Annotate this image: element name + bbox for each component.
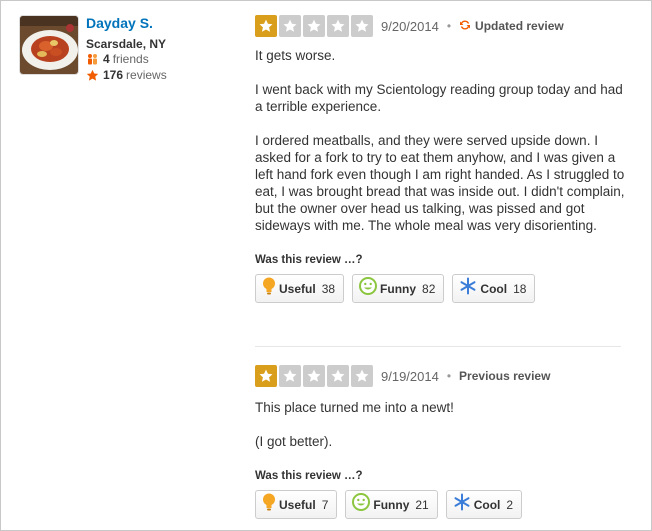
friends-number: 4 [103,52,110,66]
funny-count: 21 [415,497,429,512]
review-date: 9/20/2014 [381,18,439,34]
user-location: Scarsdale, NY [86,37,167,51]
star-empty-icon [327,15,349,37]
cool-label: Cool [473,497,501,512]
cool-label: Cool [480,281,508,296]
review-rating-row: 9/20/2014 • Updated review [255,15,627,37]
star-rating [255,365,375,387]
review-paragraph: This place turned me into a newt! [255,400,454,415]
star-empty-icon [303,365,325,387]
review-text: It gets worse. I went back with my Scien… [255,47,627,234]
cool-button[interactable]: Cool 18 [452,274,536,303]
star-filled-icon [255,15,277,37]
review-text: This place turned me into a newt! (I got… [255,399,627,450]
lightbulb-icon [262,493,276,516]
friends-icon [86,53,99,66]
user-avatar[interactable] [19,15,79,75]
cool-button[interactable]: Cool 2 [445,490,523,519]
cool-count: 18 [513,281,527,296]
refresh-icon [459,19,471,34]
snowflake-icon [459,277,477,300]
useful-count: 38 [321,281,336,296]
useful-count: 7 [321,497,329,512]
reviews-count: 176 reviews [86,68,246,83]
star-rating [255,15,375,37]
previous-review-link[interactable]: Previous review [459,369,550,383]
funny-label: Funny [380,281,417,296]
smiley-icon [352,493,371,516]
star-icon [86,69,99,82]
funny-label: Funny [373,497,410,512]
review-date: 9/19/2014 [381,368,439,384]
feedback-prompt: Was this review …? [255,470,363,482]
review-previous: 9/19/2014 • Previous review This place t… [255,365,627,519]
review-paragraph: It gets worse. [255,48,336,63]
previous-review-tag: Previous review [459,369,550,383]
review-rating-row: 9/19/2014 • Previous review [255,365,627,387]
review-divider [255,346,621,347]
user-name-link[interactable]: Dayday S. [86,15,246,32]
vote-buttons: Useful 38 Funny 82 Cool 18 [255,274,627,303]
friends-label: friends [112,52,149,66]
star-empty-icon [351,365,373,387]
lightbulb-icon [262,277,276,300]
review-current: 9/20/2014 • Updated review It gets worse… [255,15,627,303]
smiley-icon [359,277,378,300]
useful-label: Useful [279,281,316,296]
reviews-number: 176 [103,68,124,82]
funny-button[interactable]: Funny 82 [352,274,445,303]
useful-button[interactable]: Useful 7 [255,490,338,519]
star-empty-icon [351,15,373,37]
star-empty-icon [279,15,301,37]
updated-review-label: Updated review [475,19,564,33]
review-panel: Dayday S. Scarsdale, NY 4 friends 176 re… [0,0,652,531]
useful-label: Useful [279,497,316,512]
review-paragraph: I went back with my Scientology reading … [255,82,623,114]
separator-dot: • [446,369,452,383]
separator-dot: • [446,19,452,33]
friends-count: 4 friends [86,52,246,67]
star-empty-icon [279,365,301,387]
funny-count: 82 [422,281,436,296]
updated-review-tag: Updated review [459,19,564,34]
star-filled-icon [255,365,277,387]
star-empty-icon [327,365,349,387]
star-empty-icon [303,15,325,37]
funny-button[interactable]: Funny 21 [345,490,438,519]
review-paragraph: I ordered meatballs, and they were serve… [255,133,625,233]
feedback-prompt: Was this review …? [255,254,363,266]
vote-buttons: Useful 7 Funny 21 Cool 2 [255,490,627,519]
review-paragraph: (I got better). [255,434,333,449]
useful-button[interactable]: Useful 38 [255,274,345,303]
snowflake-icon [453,493,471,516]
cool-count: 2 [506,497,514,512]
reviews-label: reviews [126,68,167,82]
